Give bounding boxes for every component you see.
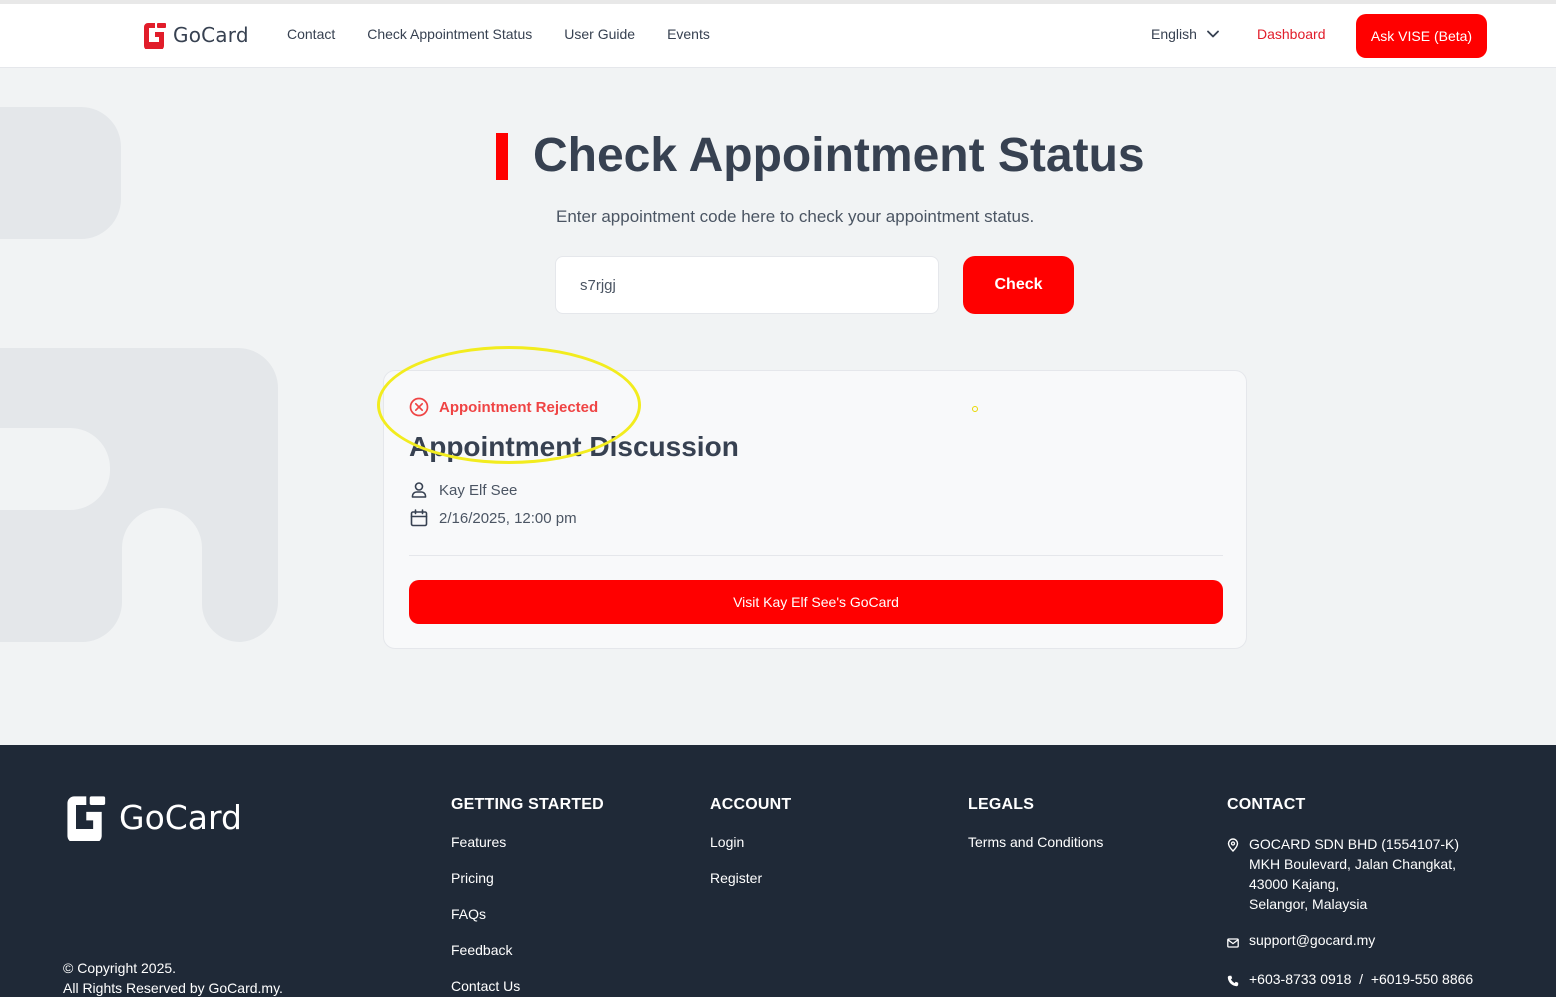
site-footer: GoCard © Copyright 2025. All Rights Rese… <box>0 745 1556 997</box>
title-accent-bar <box>496 133 508 180</box>
footer-account: ACCOUNT Login Register <box>710 796 791 906</box>
datetime-text: 2/16/2025, 12:00 pm <box>439 509 577 527</box>
page-title: Check Appointment Status <box>533 129 1145 182</box>
footer-heading: LEGALS <box>968 796 1035 813</box>
footer-brand-name: GoCard <box>119 797 242 837</box>
gocard-logo-icon <box>144 23 166 49</box>
copyright-line-1: © Copyright 2025. <box>63 960 177 976</box>
contact-address: GOCARD SDN BHD (1554107-K) MKH Boulevard… <box>1227 834 1473 914</box>
nav-events[interactable]: Events <box>667 26 710 42</box>
main-nav: Contact Check Appointment Status User Gu… <box>287 26 710 42</box>
footer-link-contact-us[interactable]: Contact Us <box>451 978 604 996</box>
footer-legals: LEGALS Terms and Conditions <box>968 796 1103 870</box>
footer-link-feedback[interactable]: Feedback <box>451 942 604 960</box>
footer-contact: CONTACT GOCARD SDN BHD (1554107-K) MKH B… <box>1227 796 1473 992</box>
footer-heading: ACCOUNT <box>710 796 792 813</box>
appointment-card: Appointment Rejected Appointment Discuss… <box>383 370 1247 649</box>
appointment-person: Kay Elf See <box>409 480 517 500</box>
footer-getting-started: GETTING STARTED Features Pricing FAQs Fe… <box>451 796 604 997</box>
footer-link-login[interactable]: Login <box>710 834 791 852</box>
footer-link-faqs[interactable]: FAQs <box>451 906 604 924</box>
chevron-down-icon <box>1207 30 1219 38</box>
address-line-3: 43000 Kajang, <box>1249 876 1340 892</box>
nav-contact[interactable]: Contact <box>287 26 335 42</box>
address-line-2: MKH Boulevard, Jalan Changkat, <box>1249 856 1456 872</box>
ask-vise-button[interactable]: Ask VISE (Beta) <box>1356 14 1487 58</box>
page-subtitle: Enter appointment code here to check you… <box>556 207 1035 226</box>
footer-link-register[interactable]: Register <box>710 870 791 888</box>
phone-icon <box>1227 975 1239 987</box>
rejected-x-circle-icon <box>409 397 429 417</box>
address-line-1: GOCARD SDN BHD (1554107-K) <box>1249 836 1460 852</box>
copyright: © Copyright 2025. All Rights Reserved by… <box>63 958 283 997</box>
footer-heading: CONTACT <box>1227 796 1306 813</box>
map-pin-icon <box>1227 838 1239 852</box>
footer-heading: GETTING STARTED <box>451 796 604 813</box>
mail-icon <box>1227 938 1239 948</box>
language-selector[interactable]: English <box>1151 26 1219 42</box>
user-icon <box>411 482 427 498</box>
calendar-icon <box>410 509 428 527</box>
appointment-title: Appointment Discussion <box>409 431 739 462</box>
brand-logo[interactable]: GoCard <box>142 21 249 49</box>
nav-user-guide[interactable]: User Guide <box>564 26 635 42</box>
copyright-line-2: All Rights Reserved by GoCard.my. <box>63 980 283 996</box>
background-shape <box>0 107 121 239</box>
footer-link-terms[interactable]: Terms and Conditions <box>968 834 1103 852</box>
footer-logo[interactable]: GoCard <box>63 793 242 841</box>
address-line-4: Selangor, Malaysia <box>1249 896 1368 912</box>
status-badge: Appointment Rejected <box>409 397 598 417</box>
site-header: GoCard Contact Check Appointment Status … <box>0 4 1556 68</box>
status-text: Appointment Rejected <box>439 398 599 416</box>
contact-phone[interactable]: +603-8733 0918 / +6019-550 8866 <box>1227 969 1473 992</box>
footer-link-pricing[interactable]: Pricing <box>451 870 604 888</box>
contact-email[interactable]: support@gocard.my <box>1227 930 1473 953</box>
phone-text: +603-8733 0918 / +6019-550 8866 <box>1249 971 1474 987</box>
background-logo-shape <box>0 348 278 642</box>
language-label: English <box>1151 26 1197 42</box>
email-text: support@gocard.my <box>1249 932 1376 948</box>
appointment-code-input[interactable] <box>555 256 939 314</box>
nav-check-appointment-status[interactable]: Check Appointment Status <box>367 26 532 42</box>
brand-name: GoCard <box>173 23 249 47</box>
footer-link-features[interactable]: Features <box>451 834 604 852</box>
person-name: Kay Elf See <box>439 481 518 499</box>
dashboard-link[interactable]: Dashboard <box>1257 26 1326 42</box>
check-button[interactable]: Check <box>963 256 1074 314</box>
appointment-datetime: 2/16/2025, 12:00 pm <box>409 508 577 528</box>
card-divider <box>409 555 1223 556</box>
visit-gocard-button[interactable]: Visit Kay Elf See's GoCard <box>409 580 1223 624</box>
gocard-logo-icon <box>67 796 106 841</box>
